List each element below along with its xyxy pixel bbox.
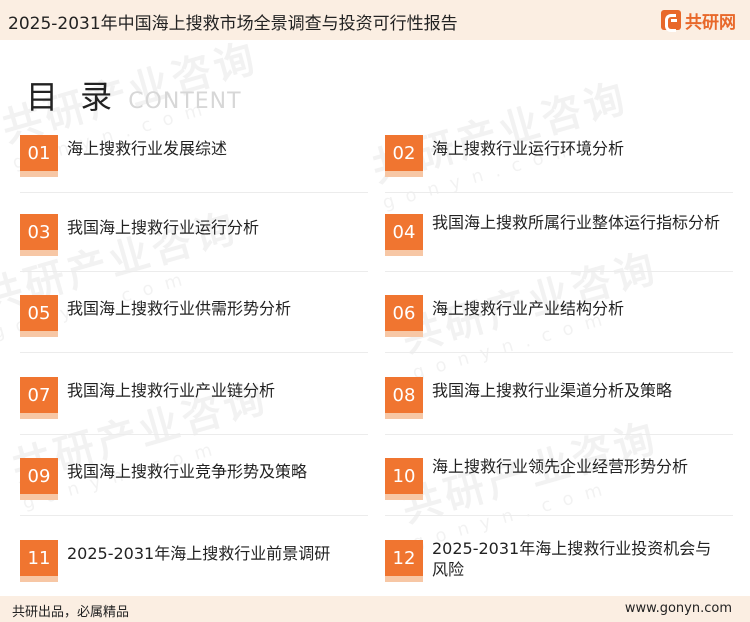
toc-heading: 目 录 CONTENT [26,72,242,118]
divider [20,271,368,272]
chapter-title: 我国海上搜救行业渠道分析及策略 [432,381,673,400]
chapter-number: 08 [385,377,423,419]
page-header: 2025-2031年中国海上搜救市场全景调查与投资可行性报告 共研网 [0,0,750,40]
footer-url[interactable]: www.gonyn.com [625,601,732,616]
divider [385,192,733,193]
toc-item[interactable]: 03 我国海上搜救行业运行分析 [20,212,368,272]
toc-title: 目 录 [26,78,119,116]
chapter-number: 03 [20,214,58,256]
chapter-number: 05 [20,295,58,337]
divider [20,434,368,435]
page-footer: 共研出品，必属精品 www.gonyn.com [0,596,750,622]
logo-g-icon [661,10,681,32]
footer-slogan: 共研出品，必属精品 [12,605,130,620]
chapter-number: 12 [385,540,423,582]
logo-text: 共研网 [685,12,736,33]
divider [20,515,368,516]
chapter-number: 01 [20,135,58,177]
toc-item[interactable]: 04 我国海上搜救所属行业整体运行指标分析 [385,212,733,272]
chapter-title: 我国海上搜救行业竞争形势及策略 [67,462,308,481]
toc-item[interactable]: 11 2025-2031年海上搜救行业前景调研 [20,538,368,586]
chapter-title: 我国海上搜救行业运行分析 [67,218,260,237]
chapter-number: 09 [20,458,58,500]
toc-item[interactable]: 01 海上搜救行业发展综述 [20,133,368,193]
chapter-title: 海上搜救行业发展综述 [67,139,228,158]
chapter-title: 我国海上搜救行业产业链分析 [67,381,276,400]
chapter-title: 海上搜救行业产业结构分析 [432,299,625,318]
divider [385,352,733,353]
toc-subtitle: CONTENT [128,89,242,114]
toc-item[interactable]: 07 我国海上搜救行业产业链分析 [20,375,368,435]
chapter-number: 06 [385,295,423,337]
chapter-title: 海上搜救行业领先企业经营形势分析 [432,457,689,476]
toc-item[interactable]: 12 2025-2031年海上搜救行业投资机会与风险 [385,538,733,586]
divider [385,271,733,272]
toc-item[interactable]: 06 海上搜救行业产业结构分析 [385,293,733,353]
toc-item[interactable]: 05 我国海上搜救行业供需形势分析 [20,293,368,353]
chapter-number: 07 [20,377,58,419]
toc-item[interactable]: 02 海上搜救行业运行环境分析 [385,133,733,193]
divider [385,434,733,435]
divider [385,515,733,516]
chapter-title: 2025-2031年海上搜救行业投资机会与风险 [432,539,712,579]
chapter-number: 11 [20,540,58,582]
chapter-number: 10 [385,458,423,500]
chapter-number: 04 [385,214,423,256]
report-title: 2025-2031年中国海上搜救市场全景调查与投资可行性报告 [8,14,458,34]
brand-logo[interactable]: 共研网 [661,7,736,33]
chapter-title: 海上搜救行业运行环境分析 [432,139,625,158]
chapter-title: 2025-2031年海上搜救行业前景调研 [67,544,331,563]
divider [20,192,368,193]
toc-item[interactable]: 08 我国海上搜救行业渠道分析及策略 [385,375,733,435]
divider [20,352,368,353]
chapter-number: 02 [385,135,423,177]
toc-item[interactable]: 09 我国海上搜救行业竞争形势及策略 [20,456,368,516]
toc-item[interactable]: 10 海上搜救行业领先企业经营形势分析 [385,456,733,516]
chapter-title: 我国海上搜救行业供需形势分析 [67,299,292,318]
chapter-title: 我国海上搜救所属行业整体运行指标分析 [432,213,721,232]
